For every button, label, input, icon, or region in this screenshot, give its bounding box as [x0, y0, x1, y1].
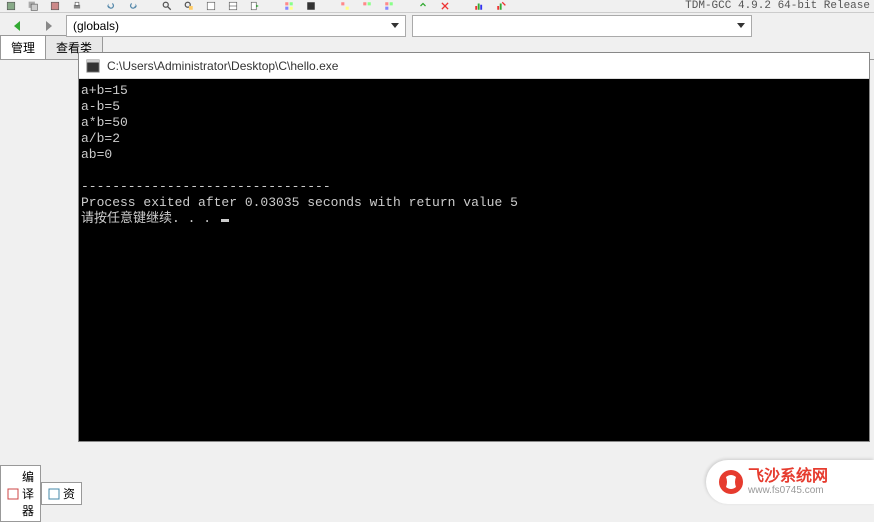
- console-line-1: a+b=15: [81, 83, 128, 98]
- toolbar-icon-debug[interactable]: [414, 1, 432, 11]
- console-cursor: [221, 219, 229, 222]
- toolbar-icon-3[interactable]: [46, 1, 64, 11]
- toolbar-icon-run[interactable]: [302, 1, 320, 11]
- console-titlebar[interactable]: C:\Users\Administrator\Desktop\C\hello.e…: [79, 53, 869, 79]
- console-title-text: C:\Users\Administrator\Desktop\C\hello.e…: [107, 59, 338, 73]
- bottom-tab-compiler[interactable]: 编译器: [0, 465, 41, 522]
- console-continue-line: 请按任意键继续. . .: [81, 211, 219, 226]
- console-app-icon: [85, 58, 101, 74]
- toolbar-icon-replace[interactable]: [180, 1, 198, 11]
- dropdown-back-icon[interactable]: [6, 16, 30, 36]
- toolbar-icon-delete-profile[interactable]: [492, 1, 510, 11]
- toolbar-icon-goto[interactable]: [246, 1, 264, 11]
- bottom-tab-resources[interactable]: 资: [41, 482, 82, 505]
- watermark-text: 飞沙系统网 www.fs0745.com: [748, 468, 828, 497]
- toolbar-icon-rebuild[interactable]: [336, 1, 354, 11]
- console-body[interactable]: a+b=15 a-b=5 a*b=50 a/b=2 ab=0 ---------…: [79, 79, 869, 441]
- toolbar-icon-2[interactable]: [24, 1, 42, 11]
- console-separator: --------------------------------: [81, 179, 331, 194]
- console-line-5: ab=0: [81, 147, 112, 162]
- dropdown-functions[interactable]: [412, 15, 752, 37]
- dropdown-globals[interactable]: (globals): [66, 15, 406, 37]
- dropdown-row: (globals): [0, 12, 874, 38]
- watermark-main-text: 飞沙系统网: [748, 468, 828, 486]
- bottom-tab-resources-label: 资: [63, 485, 75, 502]
- tab-manage[interactable]: 管理: [0, 35, 46, 59]
- console-exit-line: Process exited after 0.03035 seconds wit…: [81, 195, 518, 210]
- toolbar-icon-rebuild-all[interactable]: [380, 1, 398, 11]
- toolbar-icon-compile-run[interactable]: [358, 1, 376, 11]
- toolbar-icon-compile[interactable]: [280, 1, 298, 11]
- dropdown-forward-icon[interactable]: [36, 16, 60, 36]
- dropdown-globals-label: (globals): [73, 19, 119, 33]
- toolbar-top: TDM-GCC 4.9.2 64-bit Release: [0, 0, 874, 12]
- compiler-info-text: TDM-GCC 4.9.2 64-bit Release: [685, 0, 870, 12]
- console-window: C:\Users\Administrator\Desktop\C\hello.e…: [78, 52, 870, 442]
- watermark-logo-icon: [718, 469, 744, 495]
- toolbar-icon-b[interactable]: [224, 1, 242, 11]
- toolbar-icon-redo[interactable]: [124, 1, 142, 11]
- console-line-3: a*b=50: [81, 115, 128, 130]
- toolbar-icon-1[interactable]: [2, 1, 20, 11]
- console-line-2: a-b=5: [81, 99, 120, 114]
- console-line-4: a/b=2: [81, 131, 120, 146]
- toolbar-icon-undo[interactable]: [102, 1, 120, 11]
- resources-tab-icon: [48, 488, 60, 500]
- bottom-tab-compiler-label: 编译器: [22, 468, 34, 519]
- toolbar-icon-print[interactable]: [68, 1, 86, 11]
- watermark: 飞沙系统网 www.fs0745.com: [706, 460, 874, 504]
- watermark-sub-text: www.fs0745.com: [748, 485, 828, 496]
- compiler-tab-icon: [7, 488, 19, 500]
- toolbar-icon-stop[interactable]: [436, 1, 454, 11]
- toolbar-icon-profile[interactable]: [470, 1, 488, 11]
- toolbar-icon-a[interactable]: [202, 1, 220, 11]
- toolbar-icon-search[interactable]: [158, 1, 176, 11]
- bottom-tabs: 编译器 资: [0, 482, 78, 504]
